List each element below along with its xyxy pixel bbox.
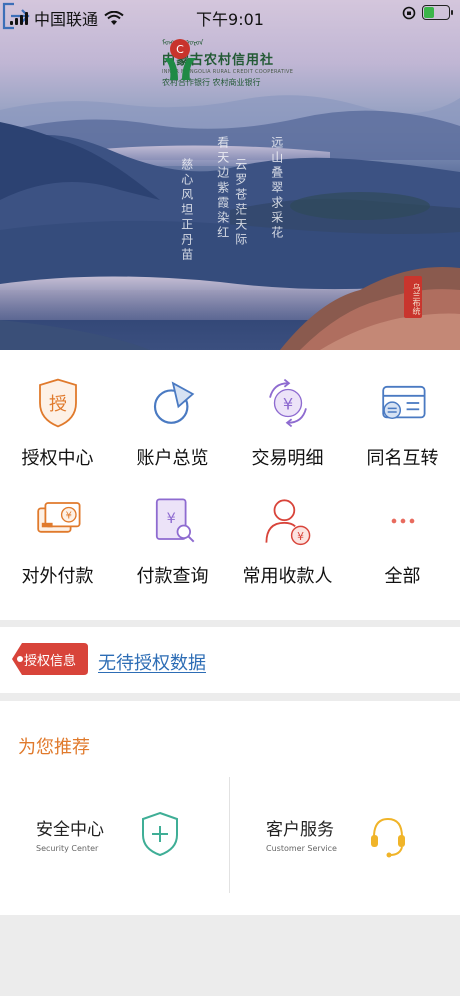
security-center-subtitle: Security Center — [36, 844, 99, 853]
status-time: 下午9:01 — [196, 10, 264, 29]
orientation-lock-icon — [402, 6, 416, 19]
svg-text:¥: ¥ — [65, 510, 71, 521]
payee-icon: ¥ — [265, 499, 310, 546]
shield-plus-icon[interactable] — [140, 811, 180, 857]
menu-item-account-overview[interactable]: 账户总览 — [115, 350, 230, 470]
menu-item-transaction-details[interactable]: ¥ 交易明细 — [230, 350, 345, 470]
menu-label: 常用收款人 — [242, 566, 333, 587]
seal-stamp: 乌兰布统 — [404, 276, 422, 318]
external-payment-icon: ¥ — [36, 502, 80, 533]
menu-label: 同名互转 — [366, 448, 439, 469]
bank-logo: C ᠮᠣᠩᠭᠣᠯ ᠣᠷᠣᠨ 内蒙古农村信用社 INNER MONGOLIA RU… — [162, 36, 293, 88]
authorization-info-bar: 授权信息 无待授权数据 — [0, 627, 460, 693]
security-center-title: 安全中心 — [36, 820, 104, 840]
function-menu: 授 授权中心 账户总览 ¥ 交易明细 同名互转 ¥ 对外付款 ¥ 付款查询 ¥ … — [0, 350, 460, 620]
poem-line-3: 慈心风坦正丹苗 — [179, 158, 194, 263]
divider — [229, 777, 230, 893]
poem-line-2: 云罗苍茫天际 — [233, 158, 248, 248]
transfer-card-icon — [381, 385, 425, 420]
menu-item-authorization-center[interactable]: 授 授权中心 — [0, 350, 115, 470]
menu-item-all[interactable]: 全部 — [345, 468, 460, 588]
no-pending-authorization-link[interactable]: 无待授权数据 — [98, 649, 206, 675]
poem-line-4: 远山叠翠求采花 — [269, 136, 284, 241]
menu-label: 对外付款 — [21, 566, 94, 587]
menu-item-payment-query[interactable]: ¥ 付款查询 — [115, 468, 230, 588]
menu-label: 账户总览 — [136, 448, 209, 469]
svg-text:授: 授 — [49, 394, 67, 415]
poem-line-1: 看天边紫霞染红 — [215, 136, 230, 241]
svg-text:¥: ¥ — [166, 511, 175, 527]
svg-text:C: C — [176, 43, 184, 56]
customer-service-subtitle: Customer Service — [266, 844, 337, 853]
transaction-yen-icon: ¥ — [268, 378, 307, 428]
menu-item-external-payment[interactable]: ¥ 对外付款 — [0, 468, 115, 588]
menu-item-same-name-transfer[interactable]: 同名互转 — [345, 350, 460, 470]
more-dots-icon — [391, 518, 414, 524]
menu-label: 交易明细 — [251, 448, 324, 469]
authorization-shield-icon: 授 — [38, 378, 77, 428]
headset-icon[interactable] — [368, 813, 408, 859]
svg-text:¥: ¥ — [297, 530, 304, 543]
battery-icon — [422, 5, 453, 20]
menu-label: 授权中心 — [21, 448, 94, 469]
recommend-section: 为您推荐 安全中心 Security Center 客户服务 Customer … — [0, 701, 460, 915]
payment-query-icon: ¥ — [155, 498, 194, 543]
recommend-title: 为您推荐 — [18, 737, 90, 758]
status-bar: 中国联通 下午9:01 — [0, 0, 460, 32]
customer-service-card[interactable]: 客户服务 Customer Service — [266, 815, 337, 875]
menu-label: 付款查询 — [136, 566, 209, 587]
menu-item-frequent-payees[interactable]: ¥ 常用收款人 — [230, 468, 345, 588]
customer-service-title: 客户服务 — [266, 820, 334, 840]
authorization-tag-label: 授权信息 — [24, 654, 77, 669]
bank-emblem-icon: C — [164, 39, 196, 80]
svg-text:¥: ¥ — [282, 394, 292, 413]
account-pie-icon — [153, 381, 194, 424]
menu-label: 全部 — [384, 566, 421, 587]
hero-banner: 看天边紫霞染红 云罗苍茫天际 慈心风坦正丹苗 远山叠翠求采花 乌兰布统 C ᠮᠣ… — [0, 0, 460, 350]
security-center-card[interactable]: 安全中心 Security Center — [36, 815, 104, 875]
